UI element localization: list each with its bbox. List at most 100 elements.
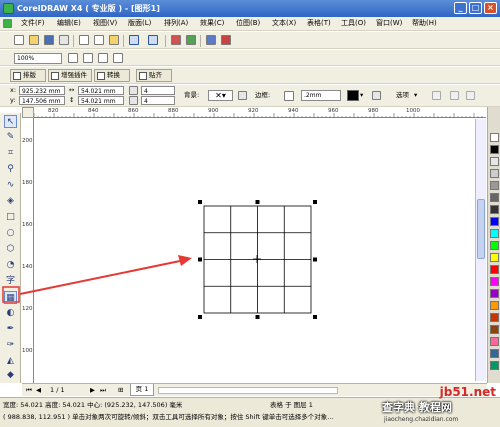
options-icon[interactable] <box>113 53 123 63</box>
table-tool-icon[interactable]: ▦ <box>4 291 17 304</box>
menu-window[interactable]: 窗口(W) <box>376 19 402 28</box>
border-color-swatch[interactable] <box>347 90 359 101</box>
color-swatch[interactable] <box>490 133 499 142</box>
menu-tools[interactable]: 工具(O) <box>341 19 366 28</box>
color-swatch[interactable] <box>490 145 499 154</box>
columns-field[interactable]: 4 <box>141 86 175 95</box>
outline-tool-icon[interactable]: ✑ <box>4 339 17 352</box>
color-swatch[interactable] <box>490 313 499 322</box>
paste-icon[interactable] <box>109 35 119 45</box>
color-swatch[interactable] <box>490 193 499 202</box>
menu-bitmaps[interactable]: 位图(B) <box>236 19 260 28</box>
color-swatch[interactable] <box>490 349 499 358</box>
copy-icon[interactable] <box>94 35 104 45</box>
color-swatch[interactable] <box>490 181 499 190</box>
zoom-tool-icon[interactable]: ⚲ <box>4 163 17 176</box>
edit-fill-icon[interactable] <box>238 91 247 100</box>
open-icon[interactable] <box>29 35 39 45</box>
color-swatch[interactable] <box>490 157 499 166</box>
merge-cells-icon[interactable] <box>432 91 441 100</box>
outline-pen-icon[interactable] <box>372 91 381 100</box>
page-tab[interactable]: 页 1 <box>130 384 154 396</box>
new-icon[interactable] <box>14 35 24 45</box>
border-width-select[interactable]: .2mm <box>301 90 341 101</box>
previous-page-icon[interactable]: ◀ <box>36 386 41 395</box>
width-field[interactable]: 54.021 mm <box>78 86 124 95</box>
redo-icon[interactable] <box>148 35 158 45</box>
selection-handle[interactable] <box>198 315 202 319</box>
save-icon[interactable] <box>44 35 54 45</box>
rectangle-tool-icon[interactable]: □ <box>4 211 17 224</box>
crop-tool-icon[interactable]: ⌗ <box>4 147 17 160</box>
color-swatch[interactable] <box>490 337 499 346</box>
color-swatch[interactable] <box>490 205 499 214</box>
selection-handle[interactable] <box>198 257 202 262</box>
next-page-icon[interactable]: ▶ <box>90 386 95 395</box>
shape-tool-icon[interactable]: ✎ <box>4 131 17 144</box>
export-icon[interactable] <box>186 35 196 45</box>
menu-help[interactable]: 帮助(H) <box>412 19 437 28</box>
welcome-screen-icon[interactable] <box>221 35 231 45</box>
text-tool-icon[interactable]: 字 <box>4 275 17 288</box>
color-swatch[interactable] <box>490 289 499 298</box>
x-position-field[interactable]: 925.232 mm <box>19 86 65 95</box>
snap-align-button[interactable]: 贴齐 <box>136 69 172 82</box>
view-manager-icon[interactable] <box>83 53 93 63</box>
table-object[interactable] <box>203 205 312 314</box>
eyedropper-tool-icon[interactable]: ✒ <box>4 323 17 336</box>
selection-handle[interactable] <box>313 315 317 319</box>
options-dropdown-icon[interactable]: ▾ <box>414 91 417 100</box>
interactive-fill-tool-icon[interactable]: ◆ <box>4 369 17 382</box>
color-swatch[interactable] <box>490 241 499 250</box>
color-swatch[interactable] <box>490 361 499 370</box>
options-label[interactable]: 选项 <box>396 91 409 100</box>
selection-handle[interactable] <box>313 200 317 204</box>
selection-handle[interactable] <box>313 257 317 262</box>
add-page-icon[interactable]: ⊞ <box>118 386 123 395</box>
vertical-ruler[interactable]: 200 180 160 140 120 100 <box>22 118 34 383</box>
menu-table[interactable]: 表格(T) <box>307 19 331 28</box>
color-swatch[interactable] <box>490 169 499 178</box>
maximize-button[interactable]: □ <box>469 2 482 14</box>
rotation-center-icon[interactable] <box>253 255 261 263</box>
selection-handle[interactable] <box>255 200 260 204</box>
close-button[interactable]: × <box>484 2 497 14</box>
background-color-select[interactable]: ✕▾ <box>208 90 233 101</box>
vertical-scrollbar[interactable] <box>475 119 486 381</box>
color-swatch[interactable] <box>490 265 499 274</box>
menu-layout[interactable]: 版面(L) <box>128 19 151 28</box>
freehand-tool-icon[interactable]: ∿ <box>4 179 17 192</box>
menu-effects[interactable]: 效果(C) <box>200 19 224 28</box>
cut-icon[interactable] <box>79 35 89 45</box>
import-icon[interactable] <box>171 35 181 45</box>
basic-shapes-tool-icon[interactable]: ◔ <box>4 259 17 272</box>
menu-text[interactable]: 文本(X) <box>272 19 296 28</box>
snap-to-icon[interactable] <box>98 53 108 63</box>
split-horizontal-icon[interactable] <box>450 91 459 100</box>
color-swatch[interactable] <box>490 229 499 238</box>
menu-view[interactable]: 视图(V) <box>93 19 117 28</box>
color-swatch[interactable] <box>490 301 499 310</box>
fill-tool-icon[interactable]: ◭ <box>4 355 17 368</box>
menu-arrange[interactable]: 排列(A) <box>164 19 188 28</box>
convert-button[interactable]: 转换 <box>94 69 130 82</box>
minimize-button[interactable]: _ <box>454 2 467 14</box>
menu-edit[interactable]: 编辑(E) <box>57 19 81 28</box>
polygon-tool-icon[interactable]: ⬡ <box>4 243 17 256</box>
color-swatch[interactable] <box>490 217 499 226</box>
enhance-plugin-button[interactable]: 增强插件 <box>48 69 92 82</box>
last-page-icon[interactable]: ⏭ <box>100 386 106 395</box>
selection-handle[interactable] <box>255 315 260 319</box>
color-swatch[interactable] <box>490 325 499 334</box>
first-page-icon[interactable]: ⏮ <box>26 386 32 395</box>
drawing-canvas[interactable] <box>35 119 486 381</box>
rows-field[interactable]: 4 <box>141 96 175 105</box>
color-swatch[interactable] <box>490 253 499 262</box>
dropdown-arrow-icon[interactable]: ▾ <box>360 91 363 100</box>
layout-button[interactable]: 排版 <box>10 69 46 82</box>
split-vertical-icon[interactable] <box>466 91 475 100</box>
full-screen-preview-icon[interactable] <box>68 53 78 63</box>
border-select-icon[interactable] <box>284 91 294 101</box>
height-field[interactable]: 54.021 mm <box>78 96 124 105</box>
scrollbar-thumb[interactable] <box>477 199 485 259</box>
